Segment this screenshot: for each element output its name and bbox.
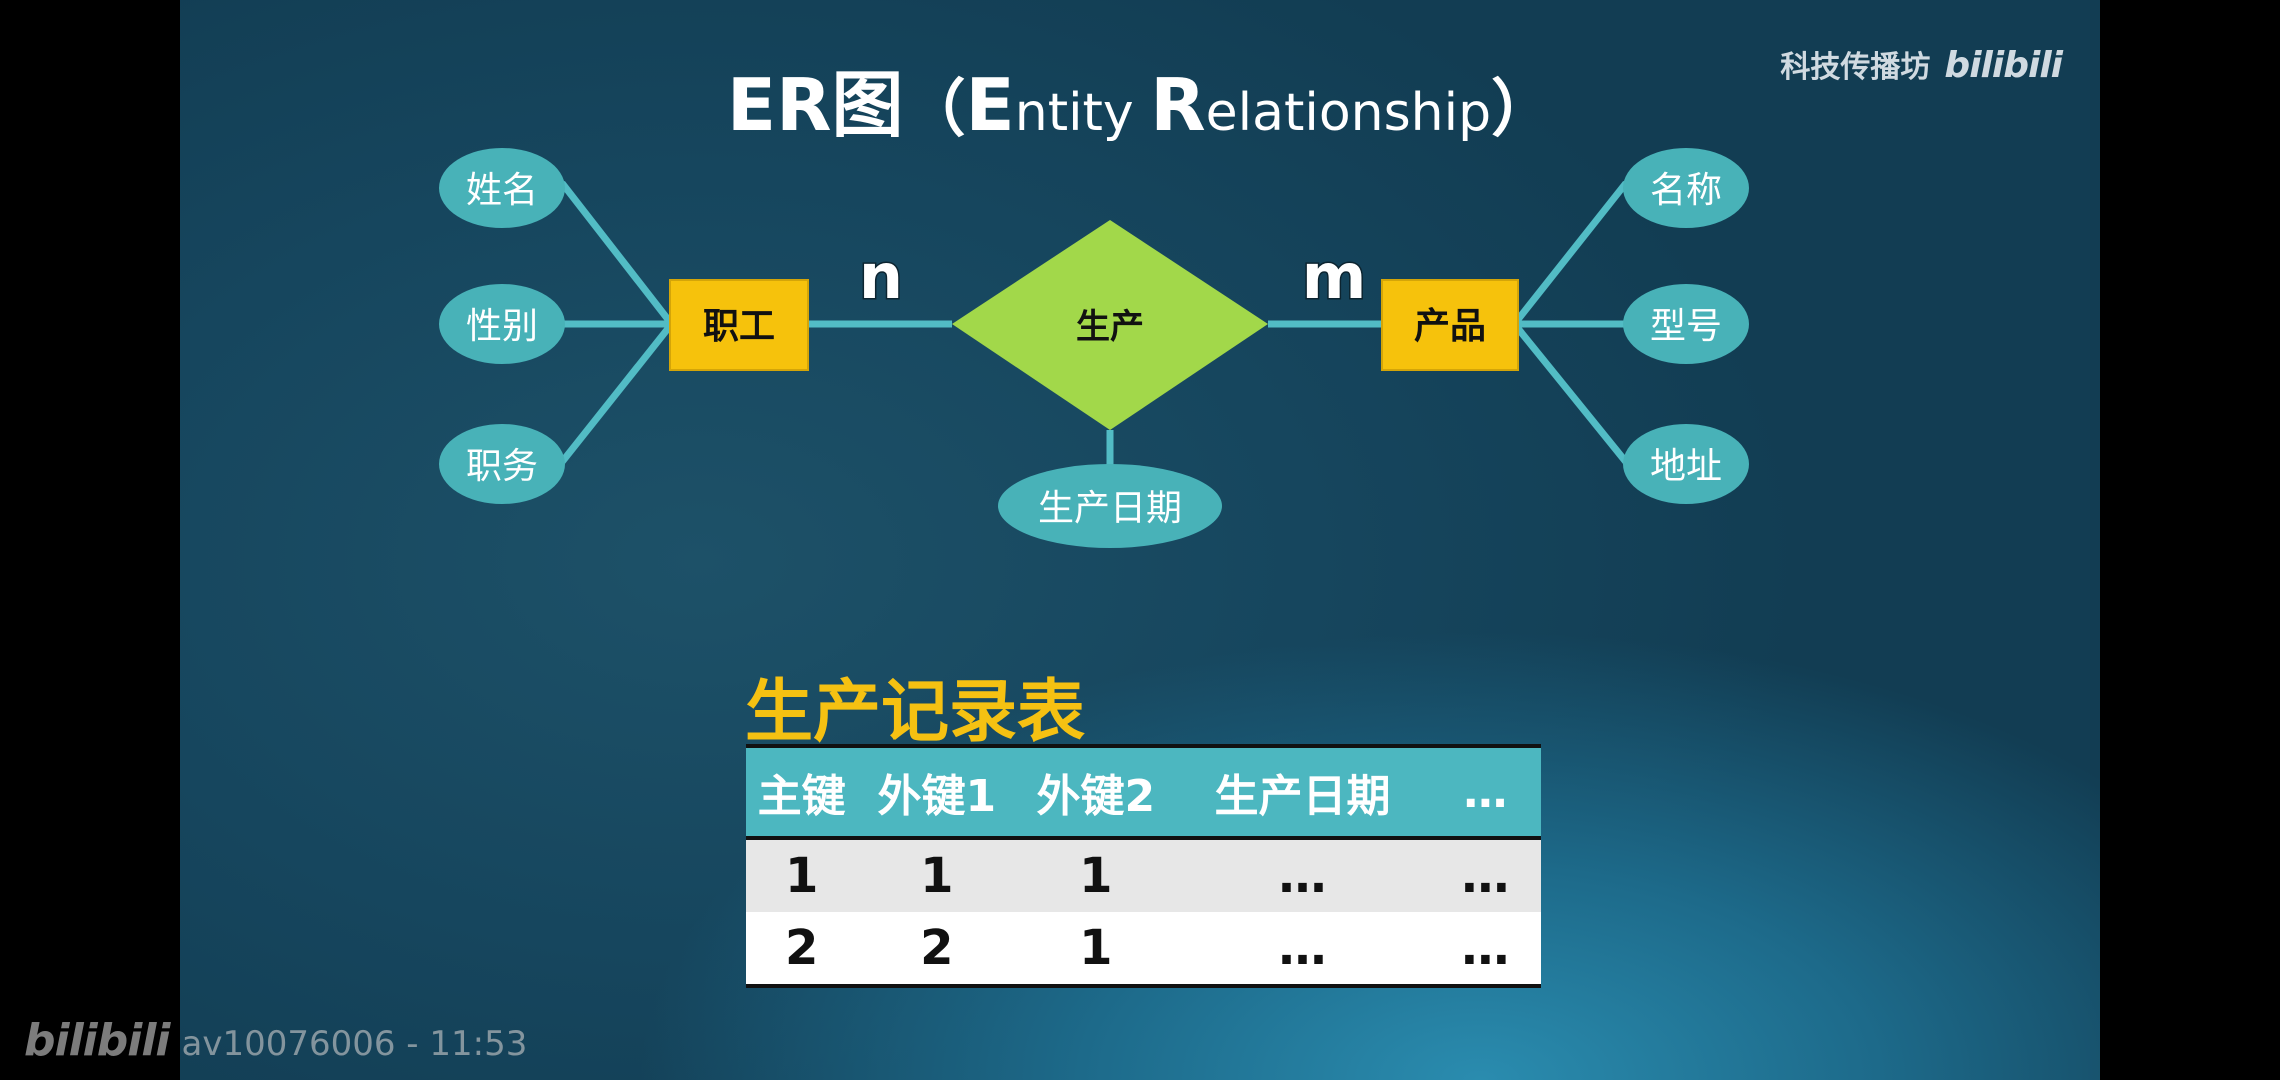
- cardinality-n-label: n: [859, 240, 903, 313]
- table-cell: 2: [857, 912, 1017, 986]
- slide-frame: ER图（Entity Relationship） 科技传播坊bilibili: [180, 0, 2100, 1080]
- attribute-address-label: 地址: [1650, 446, 1722, 487]
- entity-product-label: 产品: [1414, 306, 1486, 347]
- table-cell: 1: [1016, 912, 1176, 986]
- table-header-row: 主键 外键1 外键2 生产日期 …: [746, 746, 1541, 840]
- bilibili-watermark-icon: bilibili: [24, 1015, 170, 1066]
- entity-employee-label: 职工: [703, 306, 775, 347]
- er-diagram: 姓名 性别 职务 名称 型号 地址 生产日期 职工 产品 生产 n m: [439, 148, 1749, 548]
- attribute-position-label: 职务: [466, 446, 538, 487]
- connector-product-name: [1513, 180, 1629, 325]
- table-cell: …: [1429, 838, 1541, 912]
- connector-product-address: [1513, 323, 1629, 465]
- table-row: 1 1 1 … …: [746, 838, 1541, 912]
- header-ellipsis: …: [1429, 746, 1541, 840]
- record-table-title: 生产记录表: [745, 673, 1086, 752]
- header-primary-key: 主键: [746, 746, 858, 840]
- table-cell: 1: [1016, 838, 1176, 912]
- table-cell: 1: [857, 838, 1017, 912]
- table-cell: …: [1175, 912, 1430, 986]
- table-cell: 2: [746, 912, 858, 986]
- video-player-screen[interactable]: ER图（Entity Relationship） 科技传播坊bilibili: [0, 0, 2280, 1080]
- attribute-date-label: 生产日期: [1038, 488, 1182, 529]
- header-foreign-key-1: 外键1: [857, 746, 1017, 840]
- video-info-overlay: bilibili av10076006 - 11:53: [24, 1015, 527, 1066]
- connector-name-employee: [559, 180, 673, 325]
- video-info-text: av10076006 - 11:53: [181, 1024, 528, 1064]
- attribute-name-label: 姓名: [466, 170, 538, 211]
- production-record-table: 主键 外键1 外键2 生产日期 … 1 1 1 … … 2 2 1 … …: [746, 744, 1541, 988]
- table-cell: …: [1429, 912, 1541, 986]
- table-cell: …: [1175, 838, 1430, 912]
- attribute-model-label: 型号: [1650, 306, 1722, 347]
- header-foreign-key-2: 外键2: [1016, 746, 1176, 840]
- connector-position-employee: [559, 323, 673, 465]
- table-row: 2 2 1 … …: [746, 912, 1541, 986]
- attribute-product-name-label: 名称: [1650, 170, 1722, 211]
- table-cell: 1: [746, 838, 858, 912]
- cardinality-m-label: m: [1302, 240, 1367, 313]
- relationship-produce-label: 生产: [1076, 307, 1144, 347]
- attribute-gender-label: 性别: [466, 306, 538, 347]
- header-production-date: 生产日期: [1175, 746, 1430, 840]
